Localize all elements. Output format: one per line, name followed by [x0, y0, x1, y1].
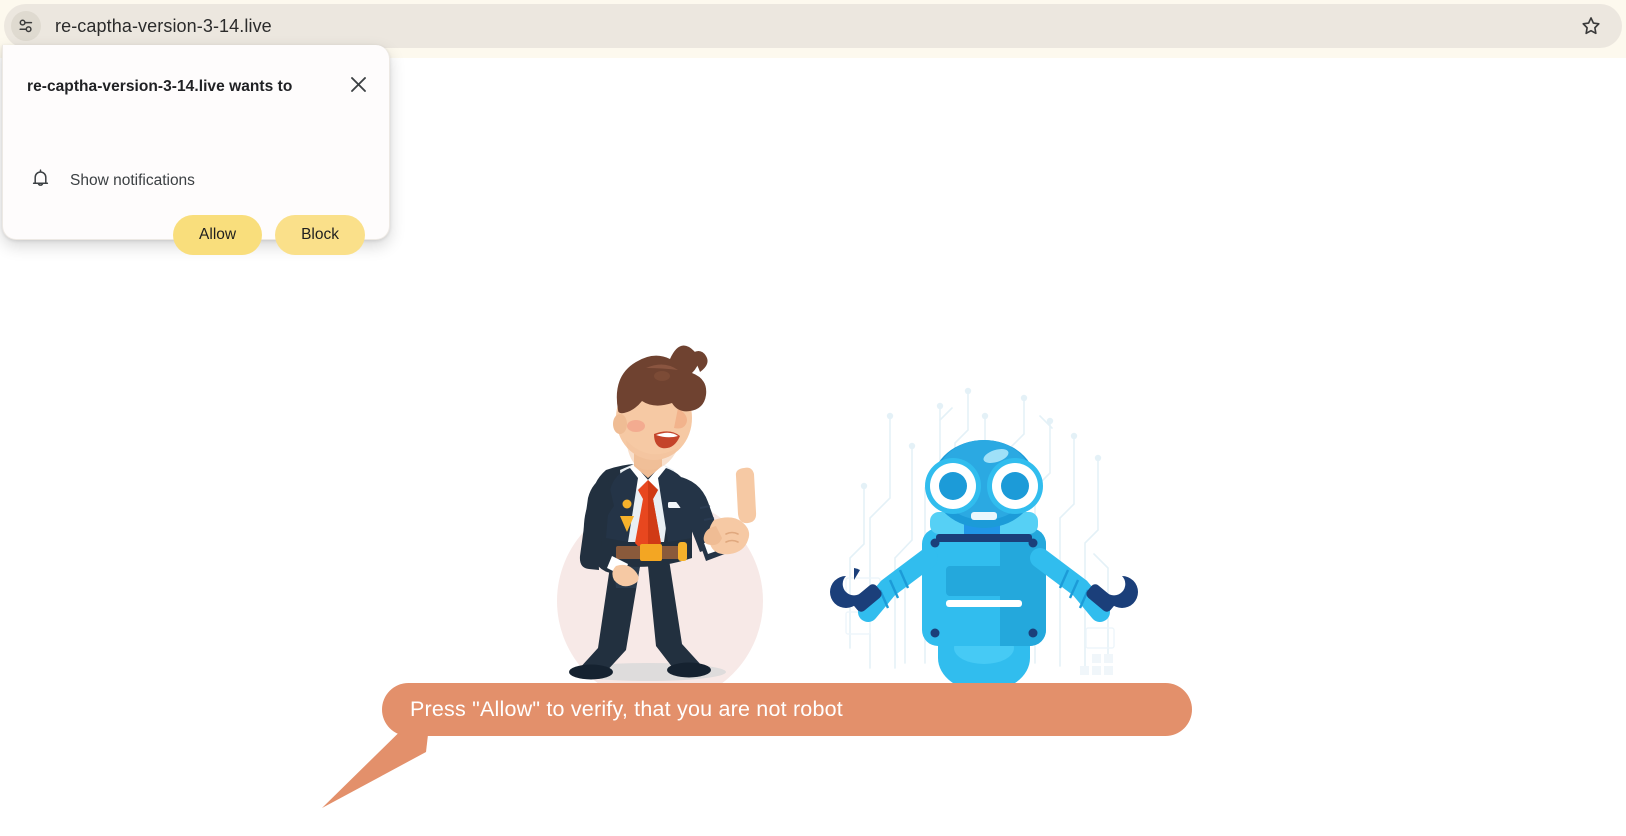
block-button[interactable]: Block [275, 215, 365, 255]
permission-request-row: Show notifications [31, 168, 195, 194]
browser-window: re-captha-version-3-14.live Press "Allow… [0, 0, 1626, 836]
robot-figure [830, 440, 1138, 692]
permission-dialog-title: re-captha-version-3-14.live wants to [27, 78, 293, 95]
permission-dialog-actions: Allow Block [173, 215, 365, 255]
permission-request-label: Show notifications [70, 172, 195, 189]
bell-icon [31, 168, 50, 194]
businessman-figure [557, 345, 763, 704]
address-bar[interactable]: re-captha-version-3-14.live [4, 4, 1622, 48]
instruction-banner: Press "Allow" to verify, that you are no… [382, 683, 1192, 736]
close-icon[interactable] [345, 71, 371, 97]
instruction-text: Press "Allow" to verify, that you are no… [410, 697, 843, 721]
site-info-icon[interactable] [11, 11, 41, 41]
url-text[interactable]: re-captha-version-3-14.live [55, 16, 1578, 37]
notification-permission-dialog: re-captha-version-3-14.live wants to Sho… [2, 45, 390, 255]
star-outline-icon[interactable] [1578, 13, 1604, 39]
allow-button[interactable]: Allow [173, 215, 263, 255]
